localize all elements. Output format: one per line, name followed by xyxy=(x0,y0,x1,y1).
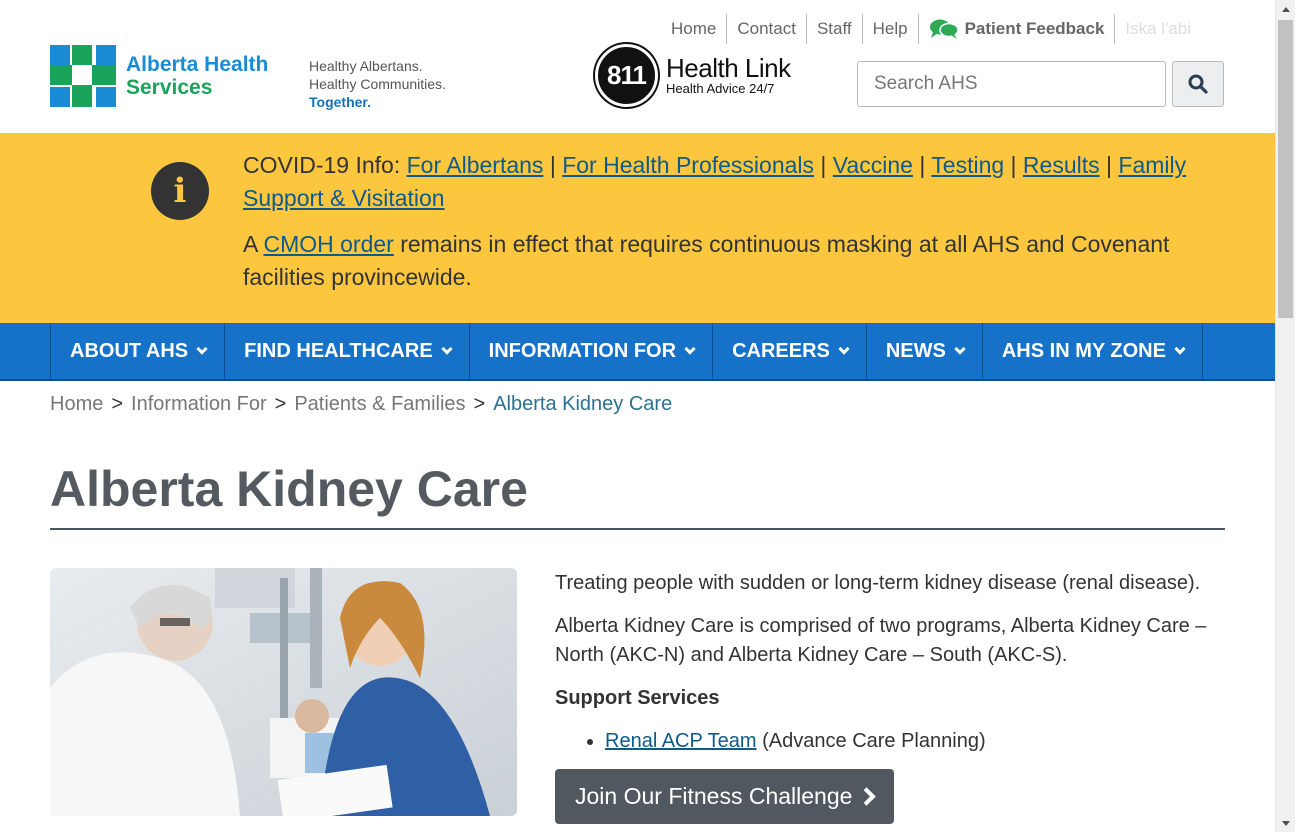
breadcrumb-home[interactable]: Home xyxy=(50,393,103,416)
breadcrumb-separator: > xyxy=(111,393,124,415)
utility-link-staff[interactable]: Staff xyxy=(807,14,863,44)
healthlink-title: Health Link xyxy=(666,52,791,83)
fitness-challenge-button[interactable]: Join Our Fitness Challenge xyxy=(555,769,894,824)
ahs-cross-icon xyxy=(50,45,116,107)
chevron-right-icon xyxy=(857,787,877,806)
kidney-care-photo xyxy=(50,568,517,816)
chevron-down-icon xyxy=(441,342,453,355)
nav-item-label: NEWS xyxy=(885,339,946,362)
utility-link-contact[interactable]: Contact xyxy=(727,14,807,44)
page-title: Alberta Kidney Care xyxy=(50,461,528,517)
cmoh-notice: A CMOH order remains in effect that requ… xyxy=(243,228,1203,294)
healthlink-subtitle: Health Advice 24/7 xyxy=(666,80,775,96)
separator: | xyxy=(919,152,926,178)
nav-item-find-healthcare[interactable]: FIND HEALTHCARE xyxy=(225,323,470,379)
logo-text: Alberta Health Services xyxy=(126,53,268,99)
nav-item-label: CAREERS xyxy=(732,339,830,362)
breadcrumb-separator: > xyxy=(473,393,486,415)
nav-item-label: AHS IN MY ZONE xyxy=(1001,339,1166,362)
covid-link-albertans[interactable]: For Albertans xyxy=(407,152,544,178)
nav-item-careers[interactable]: CAREERS xyxy=(713,323,867,379)
tagline-line2: Healthy Communities. xyxy=(309,76,446,92)
support-services-heading: Support Services xyxy=(555,687,720,709)
separator: | xyxy=(549,152,556,178)
chevron-down-icon xyxy=(1174,342,1186,355)
search-input[interactable] xyxy=(857,61,1166,107)
chevron-down-icon xyxy=(196,342,208,355)
utility-link-help[interactable]: Help xyxy=(863,14,919,44)
breadcrumb-information-for[interactable]: Information For xyxy=(131,393,267,416)
nav-item-information-for[interactable]: INFORMATION FOR xyxy=(470,323,714,379)
covid-label: COVID-19 Info: xyxy=(243,152,401,178)
tagline: Healthy Albertans. Healthy Communities. … xyxy=(309,57,446,111)
nav-item-ahs-in-my-zone[interactable]: AHS IN MY ZONE xyxy=(983,323,1203,379)
cmoh-prefix: A xyxy=(243,231,258,257)
utility-nav: Home Contact Staff Help Patient Feedback… xyxy=(661,14,1201,44)
chevron-down-icon xyxy=(684,342,696,355)
nav-item-news[interactable]: NEWS xyxy=(867,323,983,379)
scrollbar-thumb[interactable] xyxy=(1278,20,1293,318)
separator: | xyxy=(1010,152,1017,178)
nav-item-label: ABOUT AHS xyxy=(70,339,189,362)
breadcrumb-current: Alberta Kidney Care xyxy=(493,393,673,415)
fitness-challenge-label: Join Our Fitness Challenge xyxy=(575,783,853,809)
nav-item-label: FIND HEALTHCARE xyxy=(244,339,433,362)
nav-item-label: INFORMATION FOR xyxy=(488,339,677,362)
scroll-up-arrow-icon[interactable] xyxy=(1276,0,1295,18)
cmoh-order-link[interactable]: CMOH order xyxy=(263,231,393,257)
separator: | xyxy=(1106,152,1112,178)
covid-links-line: COVID-19 Info: For Albertans | For Healt… xyxy=(243,149,1203,215)
chat-bubbles-icon xyxy=(929,19,959,39)
ahs-logo[interactable]: Alberta Health Services xyxy=(50,45,268,107)
covid-banner: i COVID-19 Info: For Albertans | For Hea… xyxy=(0,133,1275,323)
tagline-line1: Healthy Albertans. xyxy=(309,58,423,74)
tagline-line3: Together. xyxy=(309,94,371,110)
main-nav-list: ABOUT AHS FIND HEALTHCARE INFORMATION FO… xyxy=(50,323,1203,379)
renal-acp-team-link[interactable]: Renal ACP Team xyxy=(605,730,757,752)
info-icon: i xyxy=(151,162,209,220)
language-link[interactable]: Iska l'abi xyxy=(1115,14,1201,44)
intro-text: Treating people with sudden or long-term… xyxy=(555,572,1201,594)
covid-banner-text: COVID-19 Info: For Albertans | For Healt… xyxy=(243,149,1203,307)
scrollbar[interactable] xyxy=(1275,0,1295,832)
utility-link-home[interactable]: Home xyxy=(661,14,728,44)
healthlink-811-badge: 811 xyxy=(595,44,658,107)
logo-line2: Services xyxy=(126,76,213,99)
breadcrumb: Home > Information For > Patients & Fami… xyxy=(50,393,672,416)
main-nav: ABOUT AHS FIND HEALTHCARE INFORMATION FO… xyxy=(0,323,1275,381)
healthlink-logo[interactable]: 811 Health Link Health Advice 24/7 xyxy=(595,44,791,107)
title-divider xyxy=(50,528,1225,530)
separator: | xyxy=(820,152,827,178)
breadcrumb-patients-families[interactable]: Patients & Families xyxy=(294,393,465,416)
logo-line1: Alberta Health xyxy=(126,53,269,76)
description-text: Alberta Kidney Care is comprised of two … xyxy=(555,615,1207,666)
search-form xyxy=(857,61,1224,107)
patient-feedback-link[interactable]: Patient Feedback xyxy=(919,14,1116,44)
covid-link-testing[interactable]: Testing xyxy=(931,152,1004,178)
search-icon xyxy=(1188,74,1208,94)
covid-link-health-professionals[interactable]: For Health Professionals xyxy=(562,152,814,178)
main-content: Treating people with sudden or long-term… xyxy=(555,569,1235,770)
search-button[interactable] xyxy=(1172,61,1224,107)
scroll-down-arrow-icon[interactable] xyxy=(1276,814,1295,832)
nav-item-about-ahs[interactable]: ABOUT AHS xyxy=(51,323,226,379)
patient-feedback-label: Patient Feedback xyxy=(964,19,1105,38)
nurse-patient-illustration xyxy=(50,568,517,816)
healthlink-text: Health Link Health Advice 24/7 xyxy=(666,55,791,97)
list-item: Renal ACP Team (Advance Care Planning) xyxy=(605,727,1235,756)
covid-link-vaccine[interactable]: Vaccine xyxy=(833,152,913,178)
breadcrumb-separator: > xyxy=(274,393,287,415)
chevron-down-icon xyxy=(954,342,966,355)
covid-link-results[interactable]: Results xyxy=(1023,152,1100,178)
site-header: Alberta Health Services Healthy Albertan… xyxy=(0,0,1275,133)
support-services-list: Renal ACP Team (Advance Care Planning) xyxy=(605,727,1235,756)
chevron-down-icon xyxy=(838,342,850,355)
renal-acp-note: (Advance Care Planning) xyxy=(762,730,986,752)
